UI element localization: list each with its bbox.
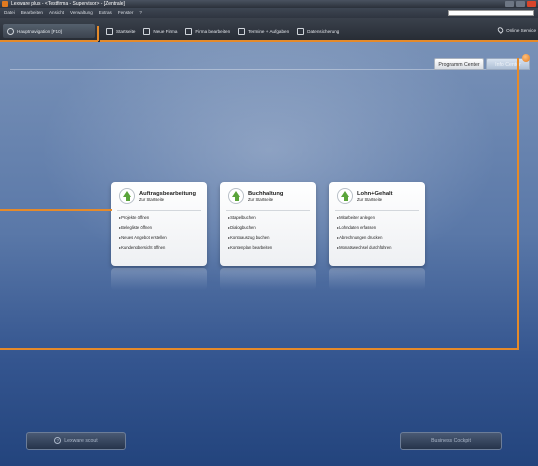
card-subtitle: Zur Startseite <box>357 196 383 202</box>
callout-line-info-center <box>517 58 519 349</box>
callout-line-navigation-vertical <box>97 26 99 41</box>
maximize-icon[interactable] <box>516 1 525 7</box>
online-service-button[interactable]: Online Service <box>496 26 536 34</box>
calendar-icon <box>238 27 246 35</box>
card-title: Auftragsbearbeitung <box>139 190 197 197</box>
card-reflection <box>111 268 207 290</box>
arrow-up-icon <box>119 188 135 204</box>
card-title: Buchhaltung <box>248 190 284 197</box>
window-title: Lexware plus - <Testfirma - Supervisor> … <box>11 1 125 7</box>
card-link[interactable]: Kontenplan bearbeiten <box>228 245 272 250</box>
card-links: Mitarbeiter anlegen Lohndaten erfassen A… <box>337 215 391 250</box>
arrow-up-icon <box>228 188 244 204</box>
card-header[interactable]: Buchhaltung Zur Startseite <box>228 188 283 204</box>
card-header[interactable]: Lohn+Gehalt Zur Startseite <box>337 188 393 204</box>
search-input[interactable] <box>448 10 534 16</box>
window-controls <box>505 1 536 7</box>
callout-line-navigation <box>0 40 98 42</box>
navigation-icon <box>7 27 14 35</box>
card-link[interactable]: Neues Angebot erstellen <box>119 235 167 240</box>
lexware-scout-button[interactable]: ? Lexware scout <box>26 432 126 450</box>
toolbar-datensicherung-label: Datensicherung <box>307 28 340 34</box>
card-link[interactable]: Lohndaten erfassen <box>337 225 391 230</box>
card-link[interactable]: Projekte öffnen <box>119 215 167 220</box>
menu-extras[interactable]: Extras <box>99 8 112 18</box>
backup-icon <box>297 27 305 35</box>
tab-programm-center[interactable]: Programm Center <box>434 58 484 70</box>
toolbar-startseite[interactable]: Startseite <box>106 27 136 35</box>
toolbar-neue-firma[interactable]: Neue Firma <box>143 27 178 35</box>
toolbar-termine-label: Termine + Aufgaben <box>248 28 290 34</box>
card-header[interactable]: Auftragsbearbeitung Zur Startseite <box>119 188 196 204</box>
business-cockpit-button[interactable]: Business Cockpit <box>400 432 502 450</box>
card-link[interactable]: Abrechnungen drucken <box>337 235 391 240</box>
menu-verwaltung[interactable]: Verwaltung <box>70 8 93 18</box>
menu-datei[interactable]: Datei <box>4 8 15 18</box>
menu-ansicht[interactable]: Ansicht <box>49 8 64 18</box>
card-link[interactable]: Dialogbuchen <box>228 225 272 230</box>
toolbar-firma-bearbeiten[interactable]: Firma bearbeiten <box>185 27 231 35</box>
card-subtitle: Zur Startseite <box>139 196 165 202</box>
main-area: Programm Center Info Center Auftragsbear… <box>0 42 538 466</box>
card-link[interactable]: Belegliste öffnen <box>119 225 167 230</box>
card-links: Stapelbuchen Dialogbuchen Kontoauszug bu… <box>228 215 272 250</box>
location-pin-icon <box>496 26 505 34</box>
toolbar-termine[interactable]: Termine + Aufgaben <box>238 27 290 35</box>
card-link[interactable]: Stapelbuchen <box>228 215 272 220</box>
notification-badge <box>522 54 530 62</box>
callout-line-toolbar <box>100 40 538 42</box>
card-divider <box>226 210 310 211</box>
online-service-label: Online Service <box>506 27 536 33</box>
card-link[interactable]: Monatswechsel durchführen <box>337 245 391 250</box>
callout-line-bottom <box>0 348 519 350</box>
center-switcher: Programm Center Info Center <box>10 52 530 70</box>
card-link[interactable]: Mitarbeiter anlegen <box>337 215 391 220</box>
minimize-icon[interactable] <box>505 1 514 7</box>
main-navigation-button[interactable]: Hauptnavigation [F10] <box>3 24 95 38</box>
menu-fenster[interactable]: Fenster <box>118 8 134 18</box>
card-title: Lohn+Gehalt <box>357 190 393 197</box>
menu-bar: Datei Bearbeiten Ansicht Verwaltung Extr… <box>0 8 538 18</box>
card-link[interactable]: Kontoauszug buchen <box>228 235 272 240</box>
card-link[interactable]: Kundenübersicht öffnen <box>119 245 167 250</box>
toolbar-neue-firma-label: Neue Firma <box>153 28 178 34</box>
card-reflection <box>329 268 425 290</box>
app-window: Lexware plus - <Testfirma - Supervisor> … <box>0 0 538 466</box>
toolbar: Hauptnavigation [F10] Startseite Neue Fi… <box>0 18 538 42</box>
home-icon <box>106 27 113 35</box>
lexware-scout-label: Lexware scout <box>64 438 98 444</box>
card-auftragsbearbeitung: Auftragsbearbeitung Zur Startseite Proje… <box>111 182 207 290</box>
new-company-icon <box>143 27 151 35</box>
card-lohn-gehalt: Lohn+Gehalt Zur Startseite Mitarbeiter a… <box>329 182 425 290</box>
card-reflection <box>220 268 316 290</box>
card-divider <box>335 210 419 211</box>
toolbar-startseite-label: Startseite <box>116 28 136 34</box>
title-bar: Lexware plus - <Testfirma - Supervisor> … <box>0 0 538 8</box>
toolbar-tools: Startseite Neue Firma Firma bearbeiten T… <box>106 24 339 38</box>
card-buchhaltung: Buchhaltung Zur Startseite Stapelbuchen … <box>220 182 316 290</box>
arrow-up-icon <box>337 188 353 204</box>
toolbar-firma-bearbeiten-label: Firma bearbeiten <box>195 28 231 34</box>
card-divider <box>117 210 201 211</box>
callout-line-cards <box>0 209 112 211</box>
toolbar-datensicherung[interactable]: Datensicherung <box>297 27 340 35</box>
menu-items: Datei Bearbeiten Ansicht Verwaltung Extr… <box>4 8 142 18</box>
card-subtitle: Zur Startseite <box>248 196 274 202</box>
close-icon[interactable] <box>527 1 536 7</box>
menu-help[interactable]: ? <box>139 8 142 18</box>
app-icon <box>2 1 8 7</box>
card-links: Projekte öffnen Belegliste öffnen Neues … <box>119 215 167 250</box>
menu-bearbeiten[interactable]: Bearbeiten <box>21 8 43 18</box>
main-navigation-label: Hauptnavigation [F10] <box>17 28 62 34</box>
edit-company-icon <box>185 27 193 35</box>
question-icon: ? <box>54 437 62 445</box>
